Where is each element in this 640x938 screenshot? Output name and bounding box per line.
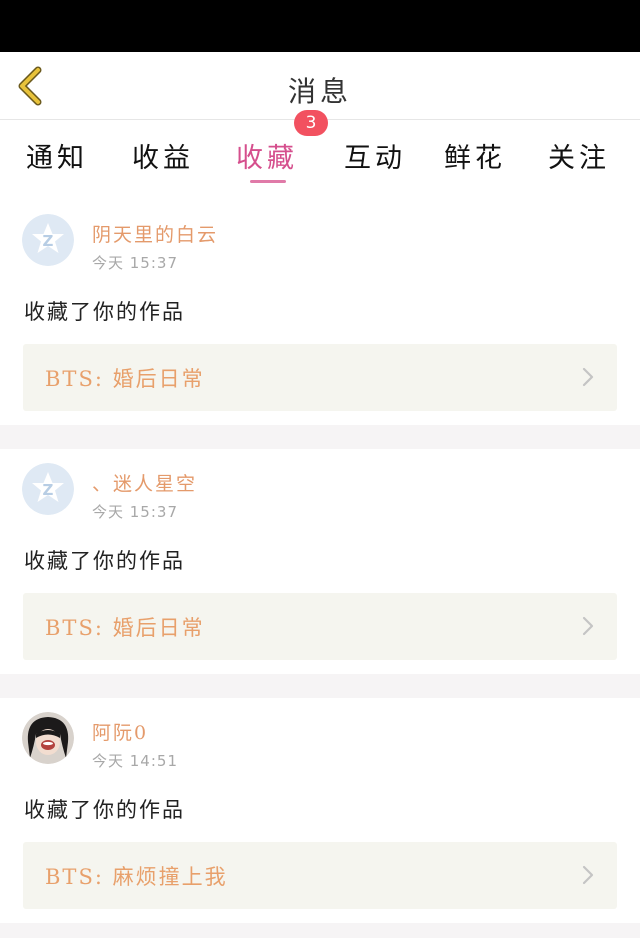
avatar[interactable]: Z [22, 214, 74, 266]
work-title: BTS: 麻烦撞上我 [45, 865, 228, 889]
work-link[interactable]: BTS: 婚后日常 [23, 344, 617, 411]
active-tab-indicator [250, 180, 286, 183]
user-photo-avatar-icon [22, 712, 74, 764]
unread-badge: 3 [294, 110, 328, 136]
qq-default-avatar-icon: Z [22, 463, 74, 515]
divider [0, 674, 640, 698]
username[interactable]: 、迷人星空 [92, 469, 197, 496]
tab-flowers[interactable]: 鲜花 [444, 136, 506, 175]
svg-text:Z: Z [43, 481, 54, 499]
action-text: 收藏了你的作品 [24, 300, 185, 324]
chevron-right-icon [582, 367, 594, 387]
work-link[interactable]: BTS: 麻烦撞上我 [23, 842, 617, 909]
work-link[interactable]: BTS: 婚后日常 [23, 593, 617, 660]
tab-interact[interactable]: 互动 [344, 136, 406, 175]
qq-default-avatar-icon: Z [22, 214, 74, 266]
tab-notify[interactable]: 通知 [26, 136, 88, 175]
nav-bar: 消息 [0, 52, 640, 120]
timestamp: 今天 15:37 [92, 254, 178, 272]
svg-text:Z: Z [43, 232, 54, 250]
chevron-right-icon [582, 616, 594, 636]
avatar[interactable]: Z [22, 463, 74, 515]
avatar[interactable] [22, 712, 74, 764]
tab-favorites[interactable]: 收藏 [236, 136, 298, 175]
divider [0, 425, 640, 449]
divider [0, 923, 640, 938]
notification-list: Z 阴天里的白云 今天 15:37 收藏了你的作品 BTS: 婚后日常 Z 、迷… [0, 200, 640, 938]
work-title: BTS: 婚后日常 [45, 367, 205, 391]
action-text: 收藏了你的作品 [24, 798, 185, 822]
username[interactable]: 阴天里的白云 [92, 220, 218, 247]
page-title: 消息 [287, 75, 352, 108]
tab-follow[interactable]: 关注 [548, 136, 610, 175]
status-bar [0, 0, 640, 52]
timestamp: 今天 14:51 [92, 752, 178, 770]
notification-item: Z 阴天里的白云 今天 15:37 收藏了你的作品 BTS: 婚后日常 [0, 200, 640, 425]
chevron-right-icon [582, 865, 594, 885]
tab-earnings[interactable]: 收益 [132, 136, 194, 175]
notification-item: 阿阮0 今天 14:51 收藏了你的作品 BTS: 麻烦撞上我 [0, 698, 640, 923]
action-text: 收藏了你的作品 [24, 549, 185, 573]
timestamp: 今天 15:37 [92, 503, 178, 521]
work-title: BTS: 婚后日常 [45, 616, 205, 640]
username[interactable]: 阿阮0 [92, 718, 148, 745]
notification-item: Z 、迷人星空 今天 15:37 收藏了你的作品 BTS: 婚后日常 [0, 449, 640, 674]
